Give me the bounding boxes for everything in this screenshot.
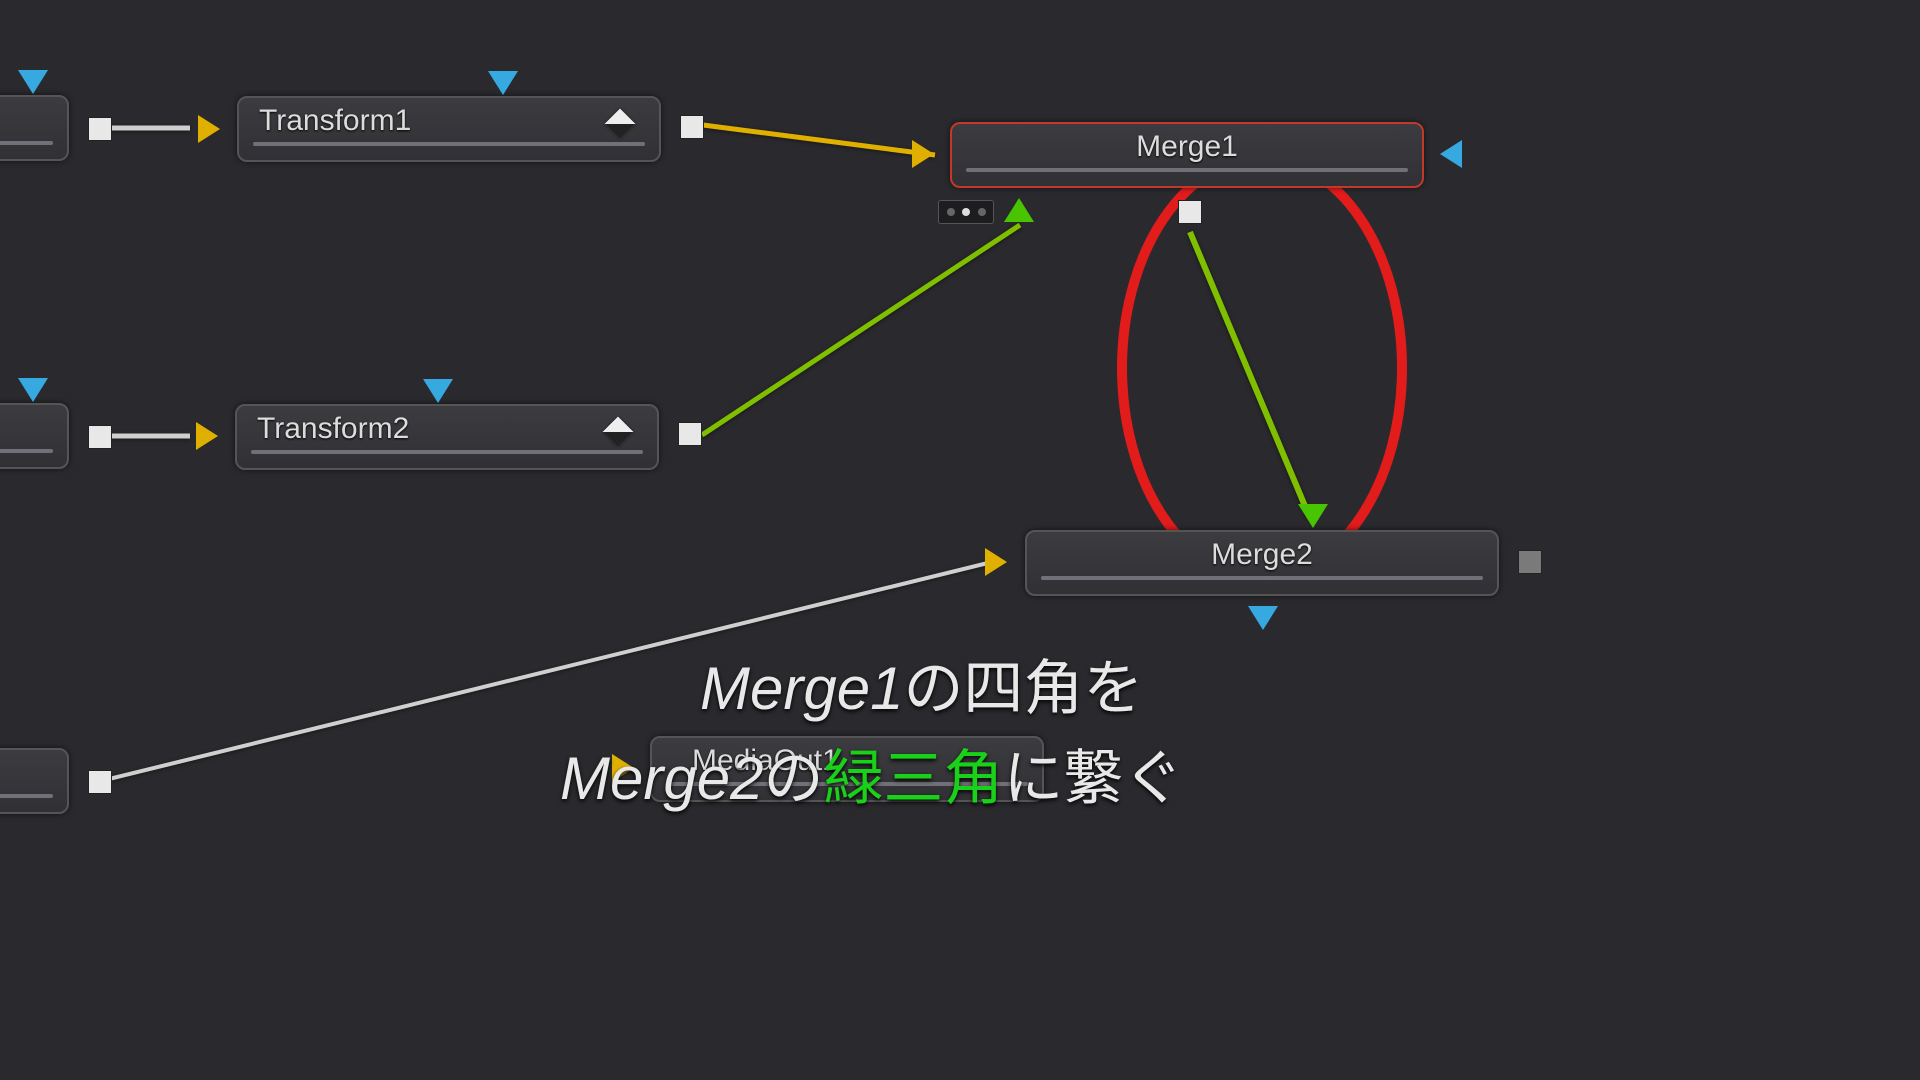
node-transform2[interactable]: Transform2: [235, 404, 659, 470]
mask-input-icon[interactable]: [1248, 606, 1278, 630]
input-port-icon[interactable]: [198, 115, 220, 143]
node-label: Transform1: [259, 104, 411, 138]
background-input-icon[interactable]: [985, 548, 1007, 576]
mask-input-icon[interactable]: [18, 378, 48, 402]
mask-input-icon[interactable]: [423, 379, 453, 403]
output-port-icon[interactable]: [1518, 550, 1542, 574]
node-partial-top[interactable]: [0, 95, 69, 161]
foreground-input-icon[interactable]: [1298, 504, 1328, 528]
output-port-icon[interactable]: [680, 115, 704, 139]
background-input-icon[interactable]: [912, 140, 934, 168]
annotation-text-line1: Merge1の四角を: [700, 640, 1143, 727]
foreground-input-icon[interactable]: [1004, 198, 1034, 222]
node-merge1[interactable]: Merge1: [950, 122, 1424, 188]
node-partial-bottom[interactable]: [0, 748, 69, 814]
node-merge2[interactable]: Merge2: [1025, 530, 1499, 596]
node-label: Merge1: [952, 130, 1422, 164]
mask-input-icon[interactable]: [488, 71, 518, 95]
node-label: Transform2: [257, 412, 409, 446]
output-port-icon[interactable]: [88, 770, 112, 794]
annotation-circle: [1122, 158, 1402, 578]
node-partial-mid[interactable]: [0, 403, 69, 469]
viewer-toggle-icon[interactable]: [602, 416, 633, 447]
output-port-icon[interactable]: [88, 117, 112, 141]
output-port-icon[interactable]: [88, 425, 112, 449]
node-label: Merge2: [1027, 538, 1497, 572]
viewer-toggle-icon[interactable]: [604, 108, 635, 139]
annotation-text-line2: Merge2の緑三角に繋ぐ: [560, 730, 1183, 817]
output-port-icon[interactable]: [1178, 200, 1202, 224]
input-port-icon[interactable]: [196, 422, 218, 450]
output-port-icon[interactable]: [678, 422, 702, 446]
node-transform1[interactable]: Transform1: [237, 96, 661, 162]
viewer-dots[interactable]: [938, 200, 994, 224]
mask-input-icon[interactable]: [18, 70, 48, 94]
mask-input-icon[interactable]: [1440, 140, 1462, 168]
node-graph-canvas[interactable]: Transform1 Merge1 Transform2 Merge2: [0, 0, 1920, 1080]
